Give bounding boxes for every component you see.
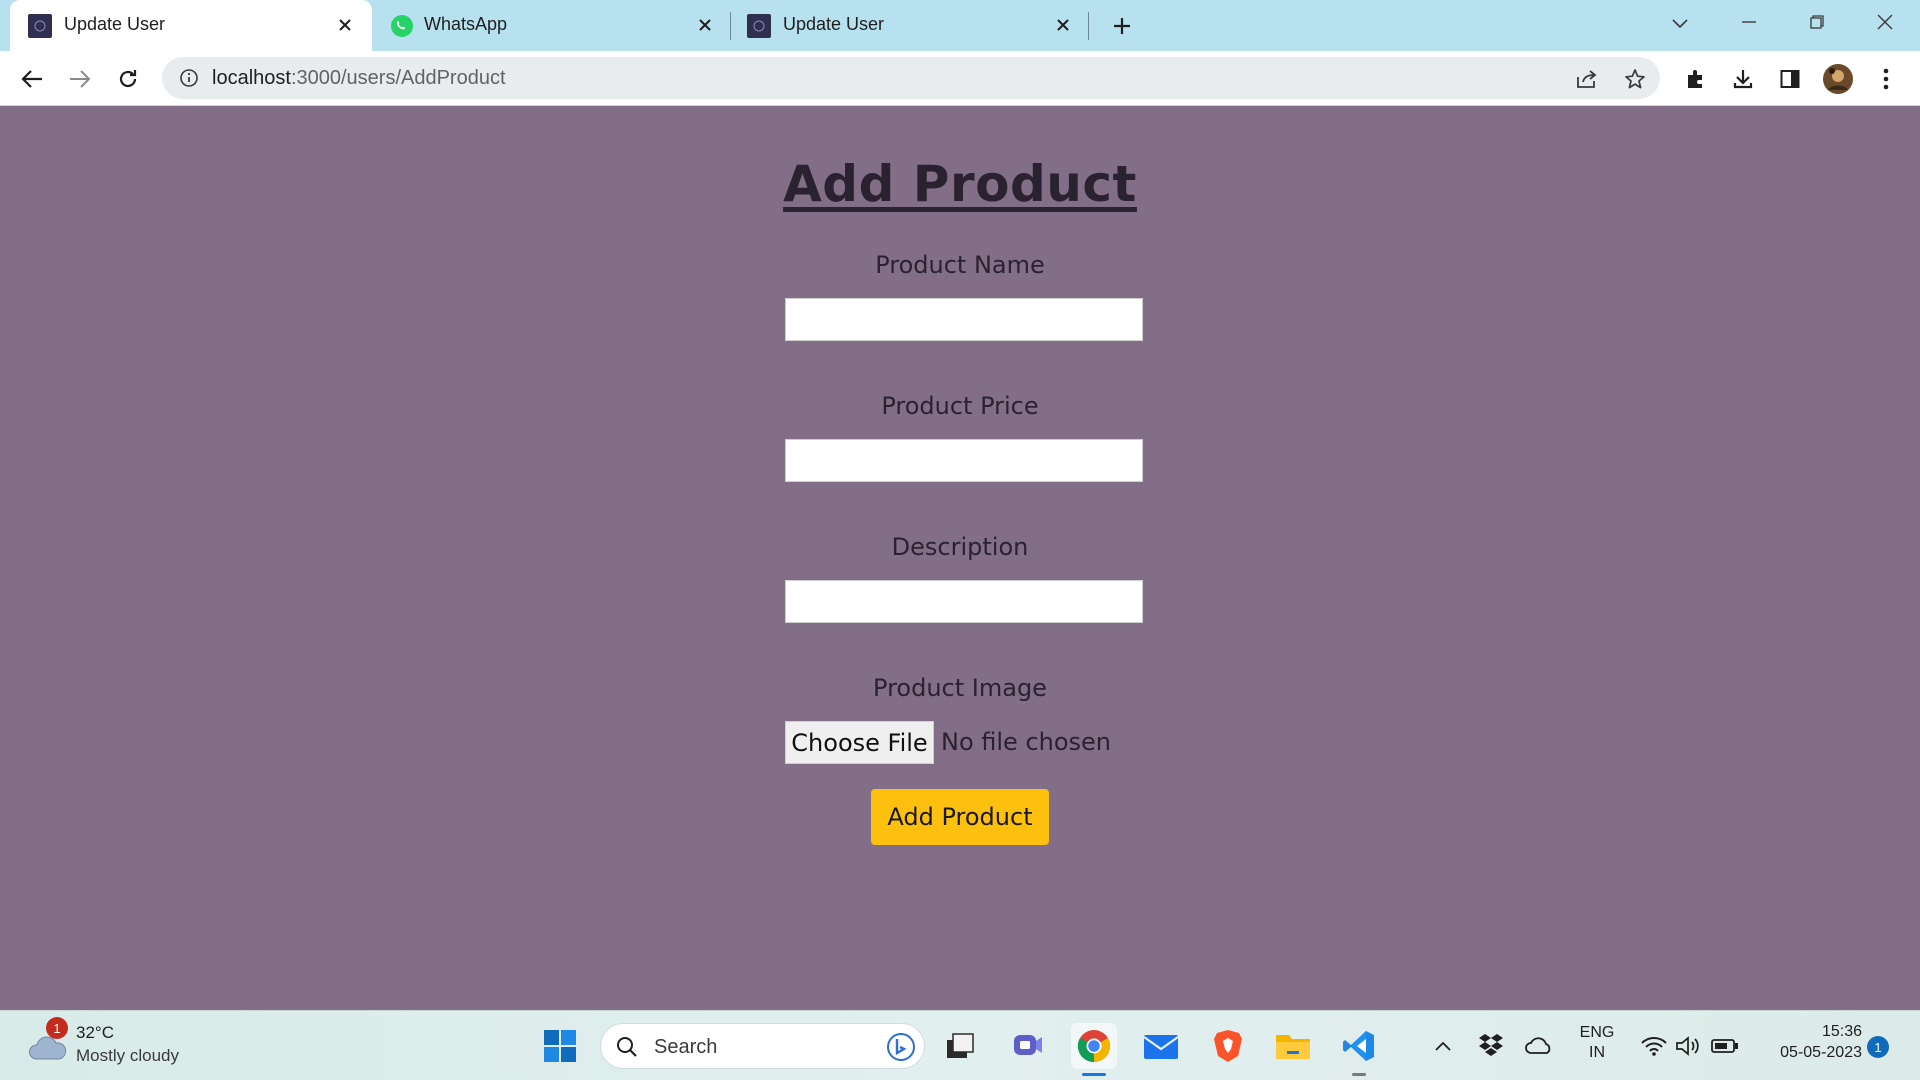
share-icon[interactable] — [1574, 66, 1600, 92]
description-label: Description — [891, 533, 1029, 561]
whatsapp-icon — [391, 15, 413, 37]
onedrive-cloud-icon[interactable] — [1524, 1033, 1554, 1059]
search-icon — [615, 1035, 639, 1059]
bookmark-star-icon[interactable] — [1622, 66, 1648, 92]
minimize-icon[interactable] — [1734, 8, 1764, 36]
browser-tab-bar: Update User WhatsApp Update User — [0, 0, 1920, 51]
tab-separator — [1088, 12, 1089, 40]
url-host: localhost — [212, 67, 291, 89]
taskbar-search-box[interactable]: Search — [600, 1023, 925, 1069]
browser-menu-icon[interactable] — [1870, 63, 1902, 95]
description-input[interactable] — [785, 580, 1143, 623]
app-favicon-icon — [747, 14, 771, 38]
tab-title: WhatsApp — [424, 14, 508, 34]
new-tab-icon[interactable] — [1108, 12, 1136, 40]
product-name-input[interactable] — [785, 298, 1143, 341]
close-tab-icon[interactable] — [1050, 12, 1076, 38]
region-code: IN — [1589, 1044, 1605, 1061]
browser-toolbar: localhost:3000/users/AddProduct — [0, 51, 1920, 106]
search-placeholder: Search — [654, 1036, 718, 1058]
bing-icon[interactable] — [885, 1031, 917, 1063]
close-tab-icon[interactable] — [332, 12, 358, 38]
add-product-page: Add Product Product Name Product Price D… — [0, 107, 1920, 1010]
battery-icon[interactable] — [1710, 1033, 1740, 1059]
address-bar[interactable]: localhost:3000/users/AddProduct — [162, 57, 1660, 99]
clock-time: 15:36 — [1821, 1023, 1862, 1040]
volume-icon[interactable] — [1674, 1033, 1702, 1059]
windows-start-icon[interactable] — [537, 1023, 583, 1069]
running-indicator — [1352, 1073, 1366, 1076]
weather-badge: 1 — [46, 1017, 68, 1039]
wifi-icon[interactable] — [1640, 1033, 1668, 1059]
language-indicator[interactable]: ENG IN — [1574, 1024, 1620, 1062]
reload-icon[interactable] — [112, 63, 144, 95]
file-status-text: No file chosen — [941, 728, 1112, 756]
notification-count-badge[interactable]: 1 — [1867, 1036, 1889, 1058]
close-tab-icon[interactable] — [692, 12, 718, 38]
windows-taskbar: 1 32°C Mostly cloudy Search ENG IN 15:36… — [0, 1010, 1920, 1080]
product-price-input[interactable] — [785, 439, 1143, 482]
tab-search-chevron-down-icon[interactable] — [1666, 10, 1694, 38]
language-code: ENG — [1579, 1024, 1615, 1041]
product-price-label: Product Price — [881, 392, 1039, 420]
restore-icon[interactable] — [1802, 8, 1832, 36]
brave-icon[interactable] — [1205, 1023, 1251, 1069]
task-view-icon[interactable] — [937, 1023, 983, 1069]
weather-description[interactable]: Mostly cloudy — [76, 1046, 179, 1066]
tab-update-user[interactable]: Update User — [731, 0, 1089, 51]
choose-file-button[interactable]: Choose File — [785, 721, 934, 764]
close-window-icon[interactable] — [1870, 8, 1900, 36]
site-info-icon[interactable] — [178, 67, 200, 89]
clock[interactable]: 15:36 05-05-2023 — [1752, 1023, 1862, 1062]
url-text[interactable]: localhost:3000/users/AddProduct — [212, 67, 506, 90]
active-indicator — [1082, 1073, 1106, 1076]
dropbox-icon[interactable] — [1476, 1031, 1506, 1059]
extensions-puzzle-icon[interactable] — [1680, 63, 1712, 95]
teams-chat-icon[interactable] — [1005, 1023, 1051, 1069]
side-panel-icon[interactable] — [1774, 63, 1806, 95]
app-favicon-icon — [28, 14, 52, 38]
profile-avatar[interactable] — [1822, 63, 1854, 95]
download-icon[interactable] — [1727, 63, 1759, 95]
back-arrow-icon[interactable] — [16, 63, 48, 95]
forward-arrow-icon[interactable] — [64, 63, 96, 95]
tab-title: Update User — [783, 14, 885, 34]
weather-temperature[interactable]: 32°C — [76, 1023, 114, 1043]
product-image-label: Product Image — [873, 674, 1047, 702]
tab-title: Update User — [64, 14, 166, 34]
tab-whatsapp[interactable]: WhatsApp — [372, 0, 730, 51]
vscode-icon[interactable] — [1336, 1023, 1382, 1076]
page-title: Add Product — [783, 155, 1137, 213]
tab-update-user-active[interactable]: Update User — [10, 0, 372, 51]
mail-icon[interactable] — [1138, 1023, 1184, 1069]
file-explorer-icon[interactable] — [1270, 1023, 1316, 1069]
product-name-label: Product Name — [875, 251, 1045, 279]
show-hidden-icons-chevron-icon[interactable] — [1430, 1033, 1456, 1059]
add-product-button[interactable]: Add Product — [871, 789, 1049, 845]
clock-date: 05-05-2023 — [1780, 1044, 1862, 1061]
chrome-icon[interactable] — [1071, 1023, 1117, 1076]
url-path: :3000/users/AddProduct — [290, 67, 506, 89]
